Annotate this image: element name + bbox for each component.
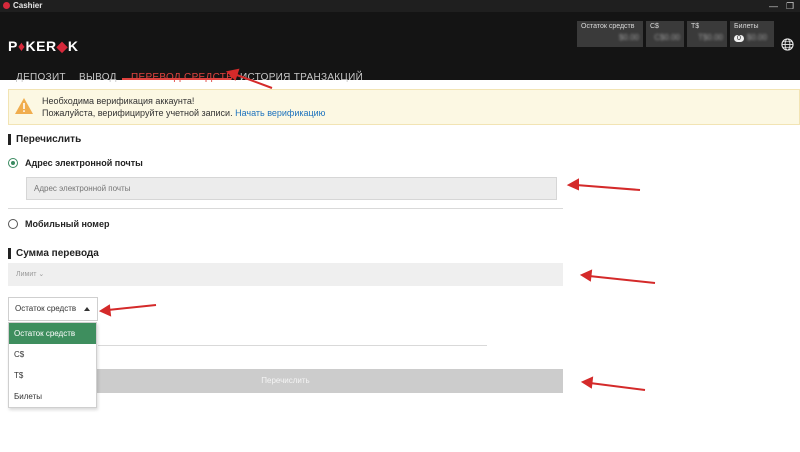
arrow-to-select — [107, 304, 157, 311]
transfer-section-title: Перечислить — [16, 134, 82, 145]
balance-type-dropdown: Остаток средств C$ T$ Билеты — [8, 322, 97, 408]
option-tickets[interactable]: Билеты — [9, 386, 96, 407]
limit-dropdown[interactable]: Лимит ⌄ — [8, 263, 563, 286]
email-radio-label[interactable]: Адрес электронной почты — [25, 158, 143, 168]
arrowhead — [579, 269, 593, 282]
chevron-down-icon: ⌄ — [38, 271, 45, 278]
minimize-icon[interactable]: — — [769, 0, 778, 12]
arrow-to-email-input — [575, 184, 641, 191]
balance-tickets: Билеты 0 $0.00 — [730, 21, 774, 47]
verification-alert: Необходима верификация аккаунта! Пожалуй… — [8, 89, 800, 125]
balance-cdollars: C$ C$0.00 — [646, 21, 684, 47]
arrow-to-limit — [588, 275, 656, 284]
amount-section-title: Сумма перевода — [16, 248, 99, 259]
mobile-radio-label[interactable]: Мобильный номер — [25, 219, 109, 229]
arrow-to-submit — [589, 382, 646, 391]
section-marker — [8, 134, 11, 145]
section-marker — [8, 248, 11, 259]
balance-funds: Остаток средств $0.00 — [577, 21, 643, 47]
email-radio[interactable] — [8, 158, 18, 168]
restore-icon[interactable]: ❐ — [786, 0, 794, 12]
option-funds[interactable]: Остаток средств — [9, 323, 96, 344]
tab-withdraw[interactable]: ВЫВОД — [79, 72, 117, 83]
alert-message: Пожалуйста, верифицируйте учетной записи… — [42, 108, 326, 118]
cashier-header: P♦KER◆K Остаток средств $0.00 C$ C$0.00 … — [0, 12, 800, 83]
option-tdollars[interactable]: T$ — [9, 365, 96, 386]
arrowhead — [566, 178, 579, 191]
amount-input-underline — [98, 345, 487, 346]
warning-icon — [15, 98, 33, 114]
divider — [8, 208, 563, 209]
window-title: Cashier — [13, 1, 43, 10]
option-cdollars[interactable]: C$ — [9, 344, 96, 365]
window-titlebar: Cashier — ❐ — [0, 0, 800, 12]
tickets-count-badge: 0 — [734, 35, 744, 42]
pokerok-logo: P♦KER◆K — [8, 38, 79, 54]
alert-heading: Необходима верификация аккаунта! — [42, 96, 195, 106]
balance-type-select[interactable]: Остаток средств — [8, 297, 98, 321]
arrowhead — [580, 376, 594, 389]
mobile-radio[interactable] — [8, 219, 18, 229]
balance-tdollars: T$ T$0.00 — [687, 21, 727, 47]
caret-up-icon — [84, 307, 90, 311]
start-verification-link[interactable]: Начать верификацию — [235, 108, 325, 118]
app-icon — [3, 2, 10, 9]
tab-transaction-history[interactable]: ИСТОРИЯ ТРАНЗАКЦИЙ — [240, 72, 363, 83]
email-input[interactable] — [26, 177, 557, 200]
globe-icon[interactable] — [781, 38, 794, 51]
tab-deposit[interactable]: ДЕПОЗИТ — [16, 72, 66, 83]
arrowhead — [98, 304, 112, 317]
active-tab-indicator — [122, 78, 231, 80]
